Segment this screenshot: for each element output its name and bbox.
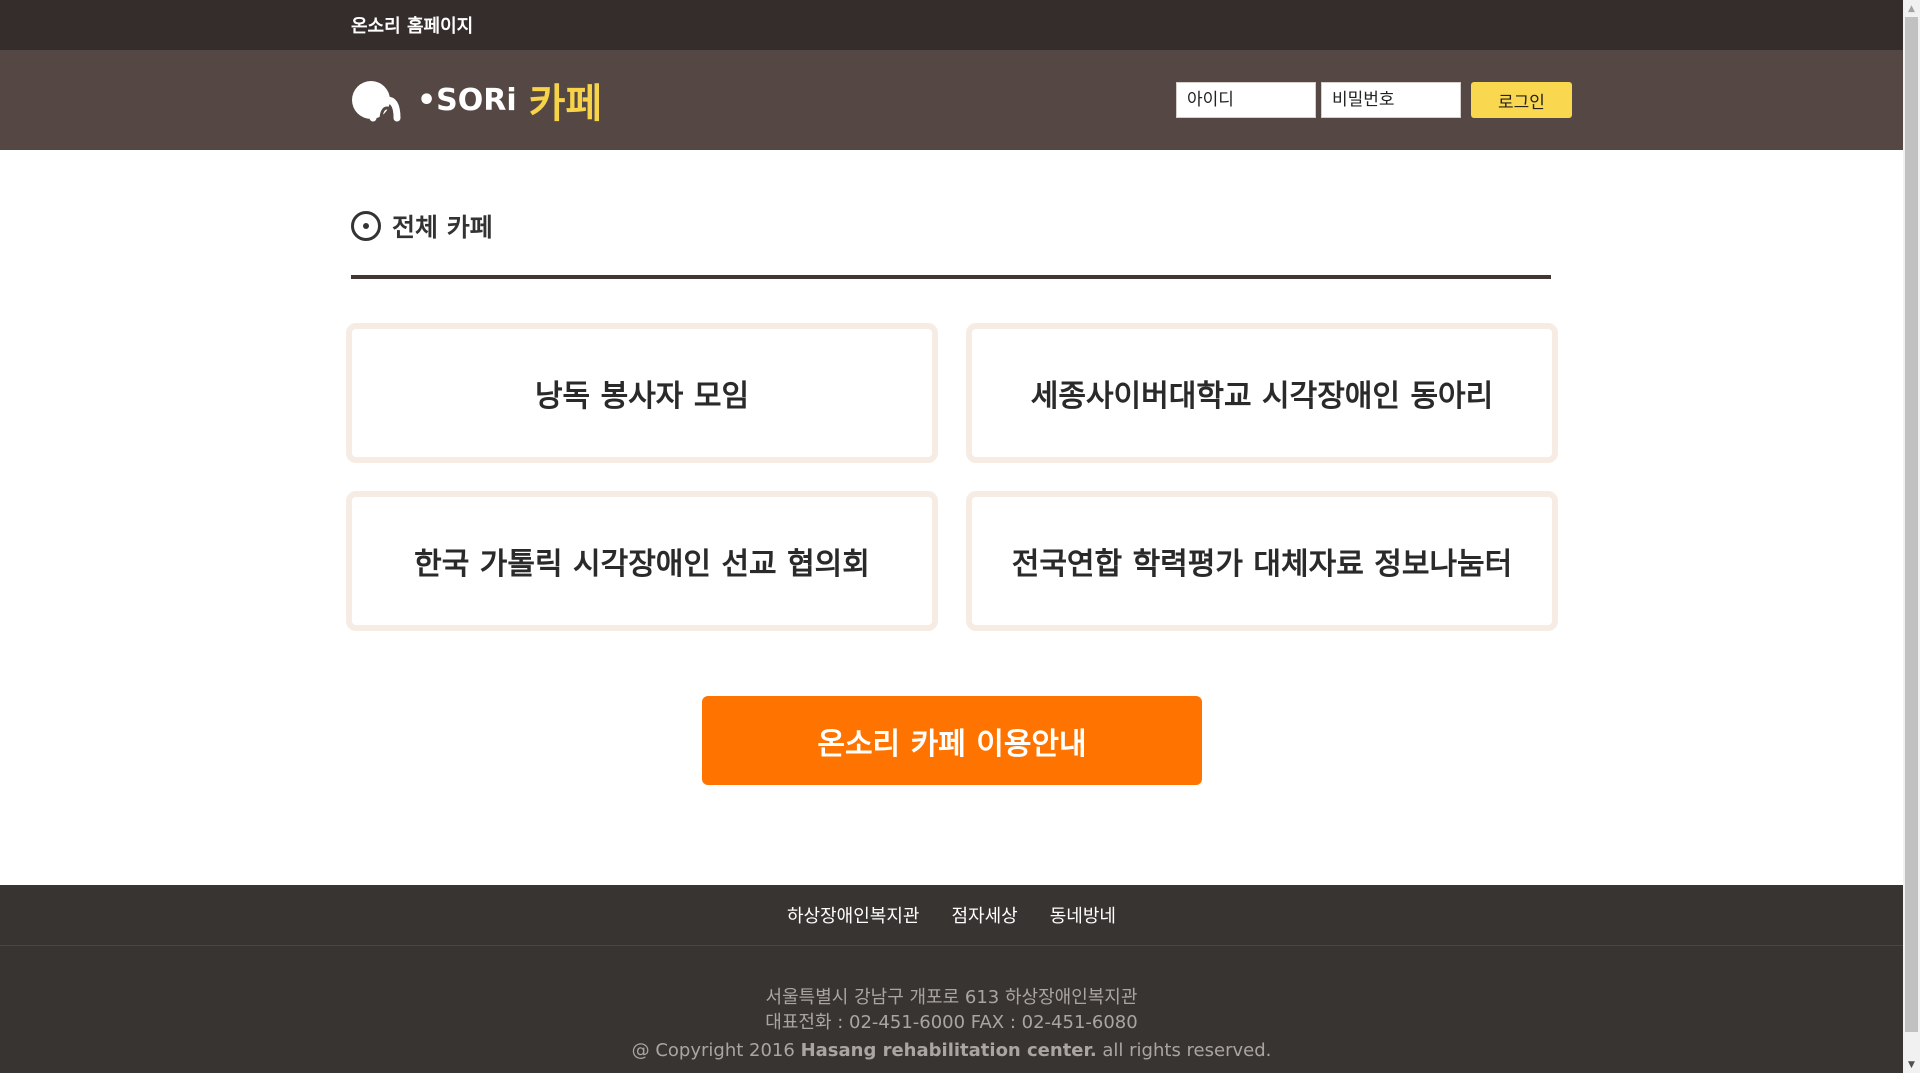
target-circle-icon — [351, 211, 381, 241]
footer: 하상장애인복지관 점자세상 동네방네 서울특별시 강남구 개포로 613 하상장… — [0, 885, 1903, 1073]
footer-address: 서울특별시 강남구 개포로 613 하상장애인복지관 — [765, 987, 1138, 1008]
section-header: 전체 카페 — [351, 208, 493, 244]
logo-text: •SORi — [417, 82, 517, 118]
login-button[interactable]: 로그인 — [1471, 82, 1572, 118]
footer-nav: 하상장애인복지관 점자세상 동네방네 — [0, 885, 1903, 946]
copyright-suffix: all rights reserved. — [1096, 1040, 1272, 1061]
logo-cafe-text: 카페 — [528, 81, 603, 127]
cafe-card-label: 세종사이버대학교 시각장애인 동아리 — [1030, 379, 1494, 414]
scroll-thumb[interactable] — [1905, 17, 1918, 1032]
section-divider — [351, 275, 1551, 279]
copyright-prefix: @ Copyright 2016 — [631, 1040, 801, 1061]
top-bar: 온소리 홈페이지 — [0, 0, 1903, 50]
footer-phone: 대표전화 : 02-451-6000 FAX : 02-451-6080 — [765, 1012, 1138, 1033]
vertical-scrollbar[interactable]: ▲ ▼ — [1903, 0, 1920, 1073]
footer-link-braille-world[interactable]: 점자세상 — [951, 902, 1017, 928]
cafe-guide-button[interactable]: 온소리 카페 이용안내 — [702, 696, 1202, 785]
cafe-card-label: 낭독 봉사자 모임 — [534, 379, 750, 414]
scroll-down-arrow-icon[interactable]: ▼ — [1903, 1056, 1920, 1073]
footer-copyright: @ Copyright 2016 Hasang rehabilitation c… — [0, 1040, 1903, 1061]
id-input[interactable] — [1176, 82, 1316, 118]
home-link[interactable]: 온소리 홈페이지 — [351, 12, 473, 38]
onsori-logo-mark-icon — [352, 81, 401, 122]
copyright-org: Hasang rehabilitation center. — [800, 1040, 1097, 1061]
password-input[interactable] — [1321, 82, 1461, 118]
cafe-card[interactable]: 낭독 봉사자 모임 — [346, 323, 938, 463]
cafe-card[interactable]: 세종사이버대학교 시각장애인 동아리 — [966, 323, 1558, 463]
header: •SORi 카페 로그인 — [0, 50, 1903, 150]
section-title: 전체 카페 — [392, 213, 493, 242]
cafe-card[interactable]: 전국연합 학력평가 대체자료 정보나눔터 — [966, 491, 1558, 631]
cafe-card-label: 전국연합 학력평가 대체자료 정보나눔터 — [1011, 547, 1513, 582]
cafe-card-label: 한국 가톨릭 시각장애인 선교 협의회 — [414, 547, 870, 582]
scroll-up-arrow-icon[interactable]: ▲ — [1903, 0, 1920, 17]
logo[interactable]: •SORi 카페 — [351, 72, 602, 128]
page: 온소리 홈페이지 •SORi 카페 로그인 전체 카페 낭독 봉사자 모임 세종… — [0, 0, 1903, 1073]
footer-link-dongne[interactable]: 동네방네 — [1050, 902, 1116, 928]
footer-link-hasang[interactable]: 하상장애인복지관 — [787, 902, 919, 928]
cafe-card[interactable]: 한국 가톨릭 시각장애인 선교 협의회 — [346, 491, 938, 631]
